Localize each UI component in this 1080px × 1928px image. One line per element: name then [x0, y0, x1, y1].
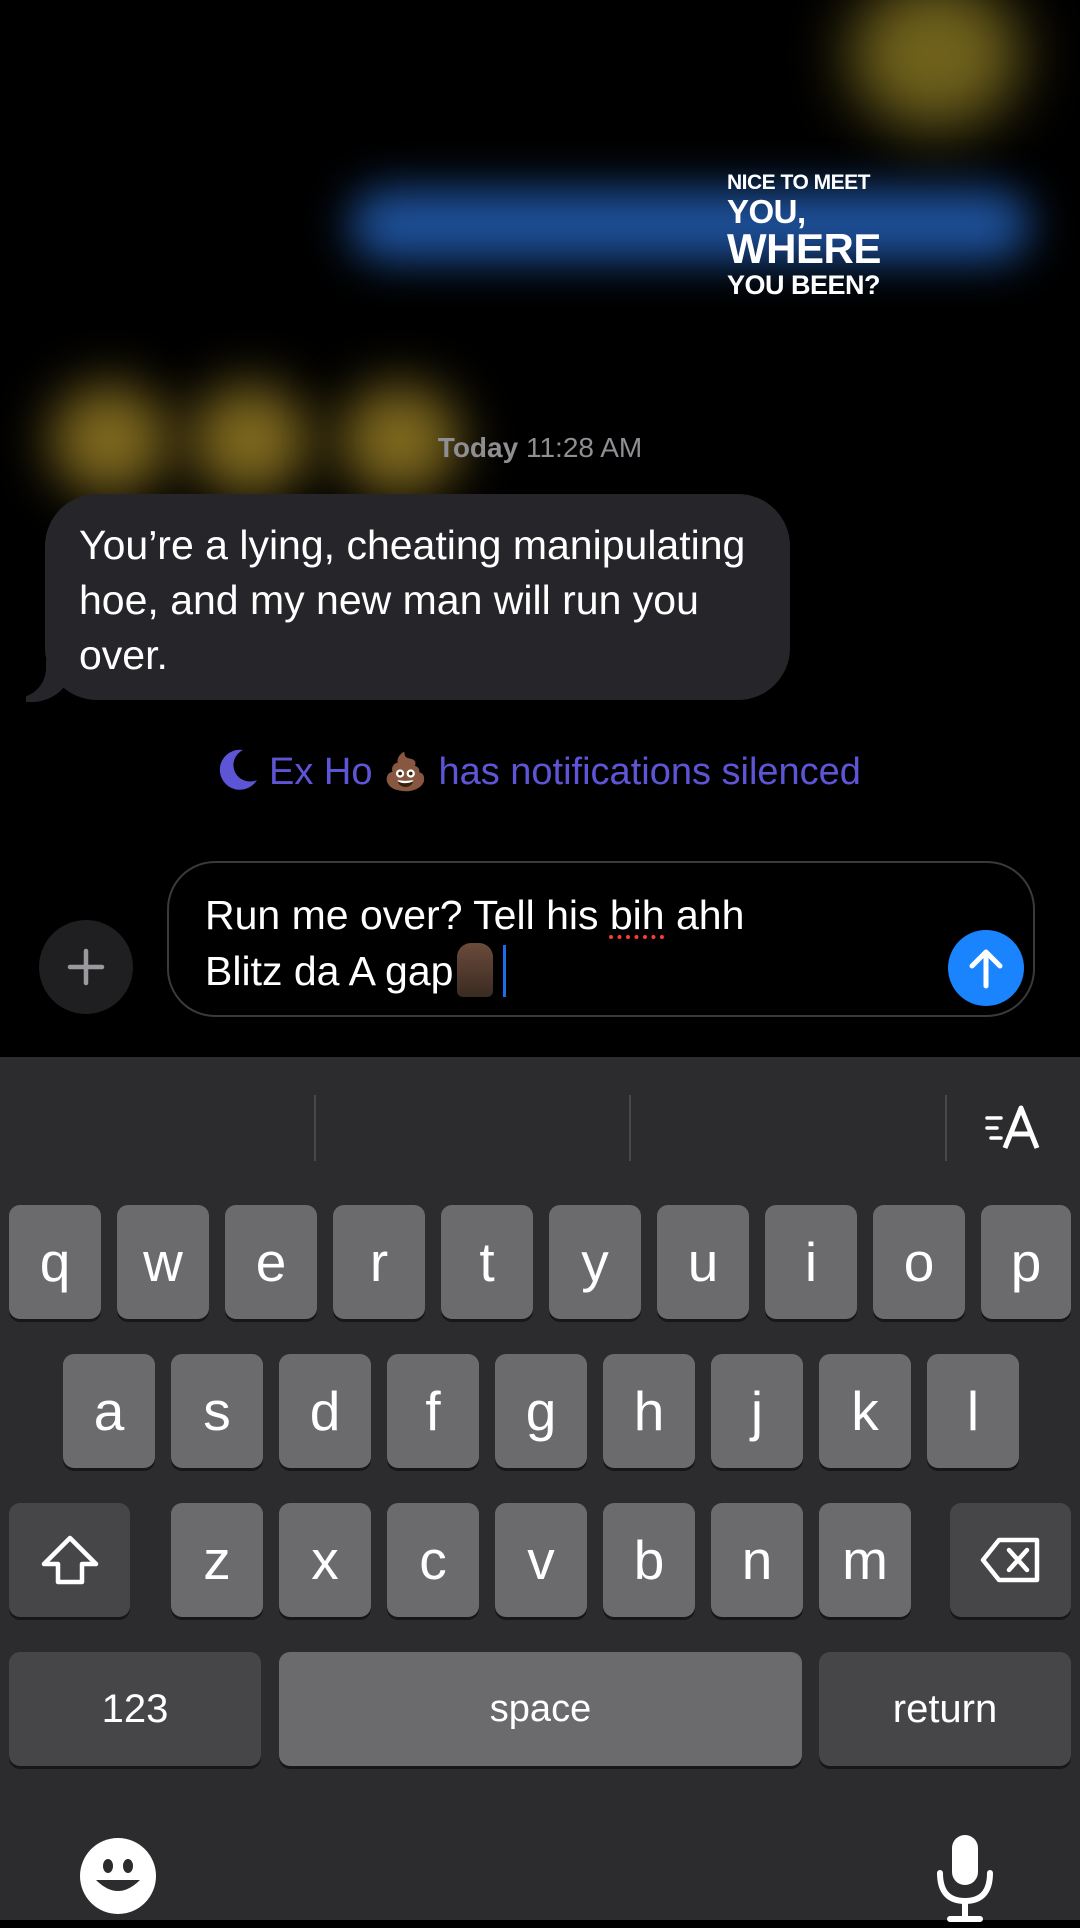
key-r[interactable]: r: [333, 1205, 425, 1319]
key-g[interactable]: g: [495, 1354, 587, 1468]
suggestion-divider: [314, 1095, 316, 1161]
suggestion-divider: [945, 1095, 947, 1161]
key-n[interactable]: n: [711, 1503, 803, 1617]
key-k[interactable]: k: [819, 1354, 911, 1468]
memoji-sticker: [457, 943, 494, 997]
sticker-blur-top: [850, 0, 1020, 130]
predictive-text-bar: [0, 1057, 1080, 1197]
numbers-key[interactable]: 123: [9, 1652, 261, 1766]
key-i[interactable]: i: [765, 1205, 857, 1319]
key-j[interactable]: j: [711, 1354, 803, 1468]
key-y[interactable]: y: [549, 1205, 641, 1319]
key-q[interactable]: q: [9, 1205, 101, 1319]
timestamp-day: Today: [437, 432, 519, 463]
conversation-area: NICE TO MEET YOU, WHERE YOU BEEN? Today …: [0, 0, 1080, 1057]
text-format-icon: [985, 1105, 1040, 1149]
silenced-text: has notifications silenced: [438, 751, 861, 794]
key-d[interactable]: d: [279, 1354, 371, 1468]
key-t[interactable]: t: [441, 1205, 533, 1319]
key-e[interactable]: e: [225, 1205, 317, 1319]
sticker-line: WHERE: [727, 225, 881, 272]
space-key[interactable]: space: [279, 1652, 802, 1766]
send-button[interactable]: [948, 930, 1024, 1006]
input-text-line2: Blitz da A gap: [205, 948, 454, 994]
keyboard: q w e r t y u i o p a s d f g h j k l z …: [0, 1057, 1080, 1920]
moon-icon: [219, 748, 259, 800]
notifications-silenced-notice: Ex Ho 💩 has notifications silenced: [0, 748, 1080, 800]
key-v[interactable]: v: [495, 1503, 587, 1617]
add-attachment-button[interactable]: [39, 920, 133, 1014]
microphone-icon: [937, 1835, 993, 1922]
sticker-line: YOU BEEN?: [727, 270, 881, 300]
message-timestamp: Today 11:28 AM: [0, 432, 1080, 464]
message-input-text[interactable]: Run me over? Tell his bih ahh Blitz da A…: [205, 887, 925, 999]
shift-icon: [41, 1535, 98, 1585]
sticker-line: NICE TO MEET: [727, 171, 870, 194]
text-cursor: [503, 945, 507, 997]
input-text-segment: ahh: [664, 892, 745, 938]
dictation-button[interactable]: [930, 1833, 1000, 1923]
plus-icon: [67, 948, 105, 986]
key-f[interactable]: f: [387, 1354, 479, 1468]
text-format-button[interactable]: [980, 1101, 1050, 1155]
smiley-icon: [96, 1859, 140, 1891]
key-u[interactable]: u: [657, 1205, 749, 1319]
arrow-up-icon: [969, 949, 1003, 989]
backspace-icon: [980, 1537, 1039, 1583]
suggestion-divider: [629, 1095, 631, 1161]
key-b[interactable]: b: [603, 1503, 695, 1617]
delete-key[interactable]: [950, 1503, 1071, 1617]
key-w[interactable]: w: [117, 1205, 209, 1319]
key-s[interactable]: s: [171, 1354, 263, 1468]
message-input[interactable]: Run me over? Tell his bih ahh Blitz da A…: [167, 861, 1035, 1017]
key-o[interactable]: o: [873, 1205, 965, 1319]
key-a[interactable]: a: [63, 1354, 155, 1468]
misspelled-word[interactable]: bih: [610, 892, 665, 938]
contact-name: Ex Ho: [269, 751, 373, 794]
sticker-blur-bar: [350, 190, 1030, 260]
key-x[interactable]: x: [279, 1503, 371, 1617]
key-z[interactable]: z: [171, 1503, 263, 1617]
key-m[interactable]: m: [819, 1503, 911, 1617]
key-p[interactable]: p: [981, 1205, 1071, 1319]
shift-key[interactable]: [9, 1503, 130, 1617]
timestamp-time: 11:28 AM: [525, 432, 643, 463]
key-c[interactable]: c: [387, 1503, 479, 1617]
incoming-message-bubble[interactable]: You’re a lying, cheating manipulating ho…: [45, 494, 790, 700]
return-key[interactable]: return: [819, 1652, 1071, 1766]
key-h[interactable]: h: [603, 1354, 695, 1468]
sticker-caption[interactable]: NICE TO MEET YOU, WHERE YOU BEEN?: [727, 172, 881, 299]
key-l[interactable]: l: [927, 1354, 1019, 1468]
input-text-segment: Run me over? Tell his: [205, 892, 610, 938]
emoji-keyboard-button[interactable]: [80, 1838, 156, 1914]
poop-emoji: 💩: [383, 751, 428, 793]
sticker-line: YOU,: [727, 193, 806, 230]
